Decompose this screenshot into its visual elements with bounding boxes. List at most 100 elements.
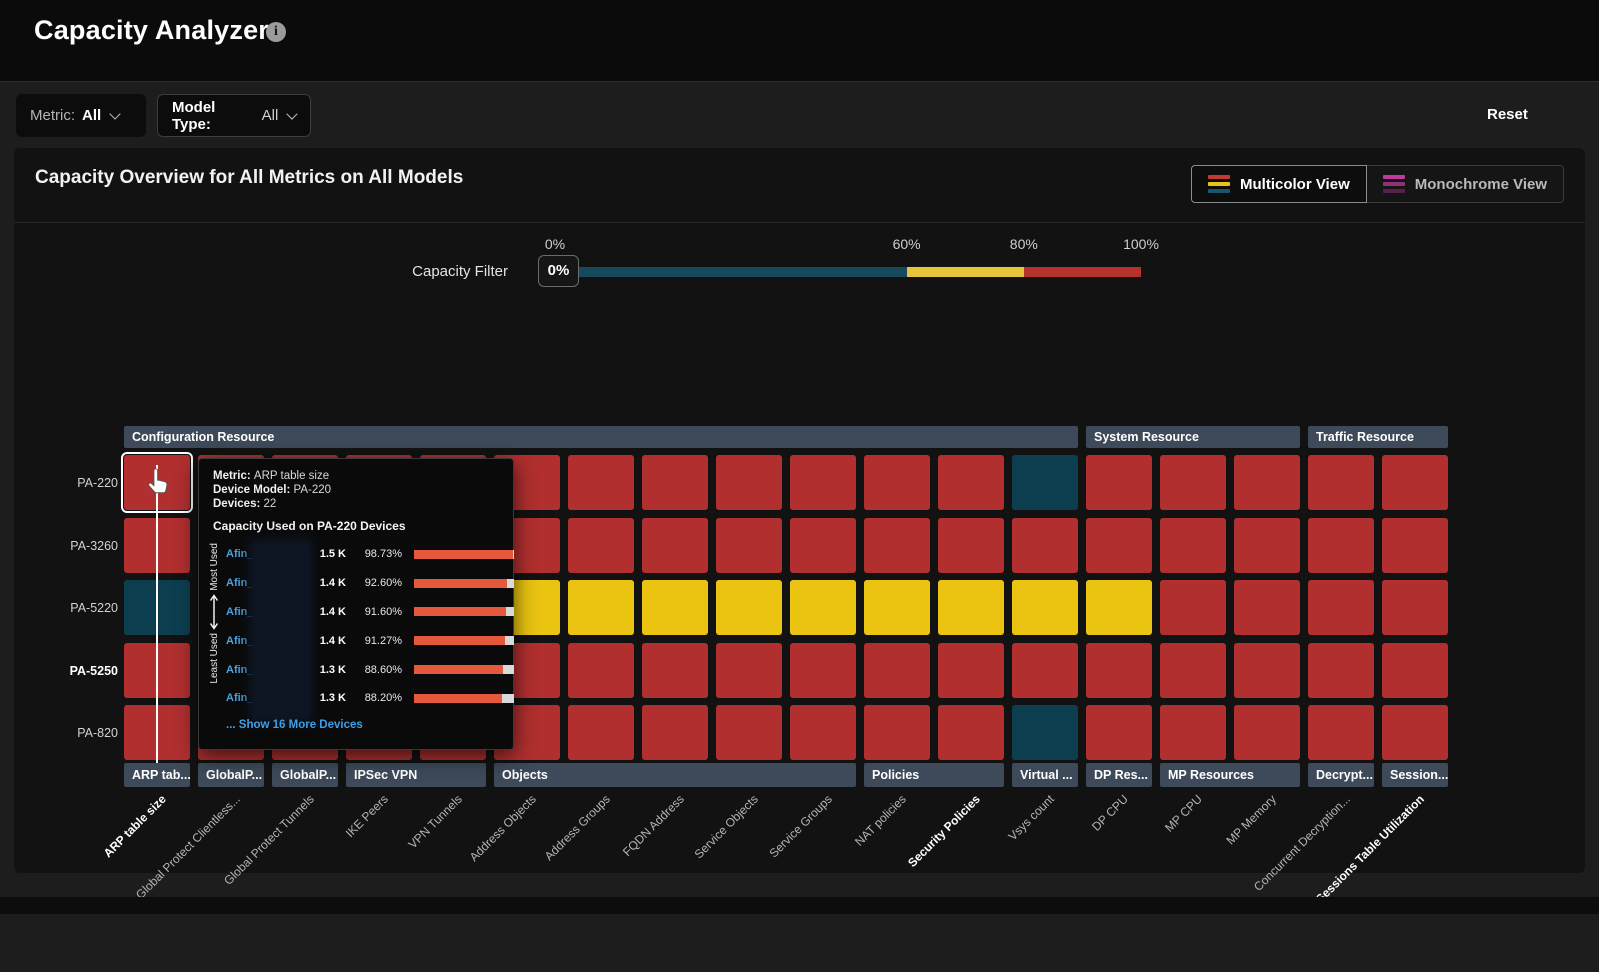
heatmap-cell[interactable]: [642, 580, 708, 635]
heatmap-cell[interactable]: [938, 455, 1004, 510]
heatmap-cell[interactable]: [716, 580, 782, 635]
heatmap-bottom-group-label: IPSec VPN: [346, 763, 486, 787]
heatmap-cell[interactable]: [1308, 705, 1374, 760]
device-capacity-value: 1.3 K: [306, 692, 346, 704]
heatmap-top-group-header: System Resource: [1086, 426, 1300, 448]
hand-cursor-icon: [145, 467, 173, 502]
heatmap-metric-label: Sessions Table Utilization: [1247, 792, 1427, 972]
heatmap-cell[interactable]: [790, 705, 856, 760]
heatmap-cell[interactable]: [1086, 455, 1152, 510]
heatmap-bottom-group-label: MP Resources: [1160, 763, 1300, 787]
heatmap-row-label: PA-5220: [26, 601, 118, 615]
heatmap-bottom-group-label: Objects: [494, 763, 856, 787]
device-capacity-percent: 88.20%: [346, 692, 402, 704]
heatmap-cell[interactable]: [1160, 705, 1226, 760]
heatmap-cell[interactable]: [568, 518, 634, 573]
heatmap-cell[interactable]: [642, 705, 708, 760]
heatmap-cell[interactable]: [1012, 643, 1078, 698]
heatmap-cell[interactable]: [568, 705, 634, 760]
heatmap-cell[interactable]: [790, 518, 856, 573]
axis-most-used-label: Most Used: [209, 543, 220, 591]
device-capacity-bar-fill: [414, 694, 502, 703]
heatmap-cell[interactable]: [790, 643, 856, 698]
heatmap-bottom-group-label: GlobalP...: [198, 763, 264, 787]
heatmap-cell[interactable]: [1234, 643, 1300, 698]
heatmap-cell[interactable]: [716, 705, 782, 760]
heatmap-cell[interactable]: [1234, 580, 1300, 635]
heatmap-cell[interactable]: [1160, 518, 1226, 573]
heatmap-top-group-header: Configuration Resource: [124, 426, 1078, 448]
heatmap-bottom-group-label: DP Res...: [1086, 763, 1152, 787]
cell-tooltip: Metric: ARP table sizeDevice Model: PA-2…: [198, 458, 514, 750]
hover-column-indicator: [156, 465, 158, 763]
device-capacity-percent: 92.60%: [346, 577, 402, 589]
heatmap-bottom-group-label: Virtual ...: [1012, 763, 1078, 787]
heatmap-top-group-header: Traffic Resource: [1308, 426, 1448, 448]
heatmap-cell[interactable]: [1308, 643, 1374, 698]
heatmap-cell[interactable]: [1012, 705, 1078, 760]
heatmap-cell[interactable]: [1160, 643, 1226, 698]
heatmap-cell[interactable]: [1308, 580, 1374, 635]
heatmap-cell[interactable]: [1382, 455, 1448, 510]
heatmap-cell[interactable]: [1160, 580, 1226, 635]
heatmap-cell[interactable]: [568, 580, 634, 635]
device-capacity-percent: 98.73%: [346, 548, 402, 560]
double-arrow-icon: [209, 594, 219, 630]
heatmap-cell[interactable]: [1234, 705, 1300, 760]
heatmap-cell[interactable]: [1382, 580, 1448, 635]
heatmap-cell[interactable]: [1160, 455, 1226, 510]
heatmap-cell[interactable]: [864, 580, 930, 635]
heatmap-bottom-group-label: GlobalP...: [272, 763, 338, 787]
device-capacity-percent: 91.60%: [346, 606, 402, 618]
heatmap-cell[interactable]: [1382, 518, 1448, 573]
heatmap-cell[interactable]: [642, 643, 708, 698]
heatmap-cell[interactable]: [1086, 643, 1152, 698]
heatmap-cell[interactable]: [938, 518, 1004, 573]
device-capacity-value: 1.4 K: [306, 577, 346, 589]
device-capacity-bar: [414, 694, 514, 703]
show-more-devices-link[interactable]: ... Show 16 More Devices: [226, 719, 363, 731]
heatmap-cell[interactable]: [1012, 455, 1078, 510]
heatmap-bottom-group-label: Policies: [864, 763, 1004, 787]
heatmap-cell[interactable]: [864, 518, 930, 573]
heatmap-cell[interactable]: [864, 705, 930, 760]
device-capacity-bar: [414, 579, 514, 588]
heatmap-cell[interactable]: [568, 643, 634, 698]
device-capacity-percent: 91.27%: [346, 635, 402, 647]
heatmap-cell[interactable]: [938, 705, 1004, 760]
tooltip-field: Metric: ARP table size: [213, 469, 331, 483]
heatmap-cell[interactable]: [1086, 518, 1152, 573]
heatmap-cell[interactable]: [1234, 518, 1300, 573]
heatmap-cell[interactable]: [864, 643, 930, 698]
heatmap-cell[interactable]: [642, 518, 708, 573]
heatmap-cell[interactable]: [642, 455, 708, 510]
tooltip-fields: Metric: ARP table sizeDevice Model: PA-2…: [213, 469, 331, 511]
device-capacity-value: 1.4 K: [306, 635, 346, 647]
heatmap-cell[interactable]: [716, 643, 782, 698]
heatmap-cell[interactable]: [716, 455, 782, 510]
device-capacity-bar-fill: [414, 579, 507, 588]
device-capacity-bar: [414, 550, 514, 559]
heatmap-cell[interactable]: [1382, 643, 1448, 698]
heatmap-cell[interactable]: [1012, 518, 1078, 573]
heatmap-cell[interactable]: [1012, 580, 1078, 635]
heatmap-cell[interactable]: [938, 580, 1004, 635]
heatmap-bottom-group-label: Decrypt...: [1308, 763, 1374, 787]
heatmap-cell[interactable]: [790, 455, 856, 510]
capacity-filter-handle[interactable]: 0%: [538, 255, 579, 287]
heatmap-cell[interactable]: [790, 580, 856, 635]
heatmap-cell[interactable]: [864, 455, 930, 510]
heatmap-cell[interactable]: [1382, 705, 1448, 760]
heatmap-cell[interactable]: [938, 643, 1004, 698]
heatmap-cell[interactable]: [716, 518, 782, 573]
device-capacity-bar-fill: [414, 607, 506, 616]
device-capacity-bar: [414, 636, 514, 645]
heatmap-cell[interactable]: [1234, 455, 1300, 510]
heatmap-cell[interactable]: [1308, 455, 1374, 510]
heatmap-cell[interactable]: [1086, 705, 1152, 760]
device-capacity-percent: 88.60%: [346, 664, 402, 676]
heatmap-cell[interactable]: [1086, 580, 1152, 635]
device-capacity-value: 1.4 K: [306, 606, 346, 618]
heatmap-cell[interactable]: [568, 455, 634, 510]
heatmap-cell[interactable]: [1308, 518, 1374, 573]
